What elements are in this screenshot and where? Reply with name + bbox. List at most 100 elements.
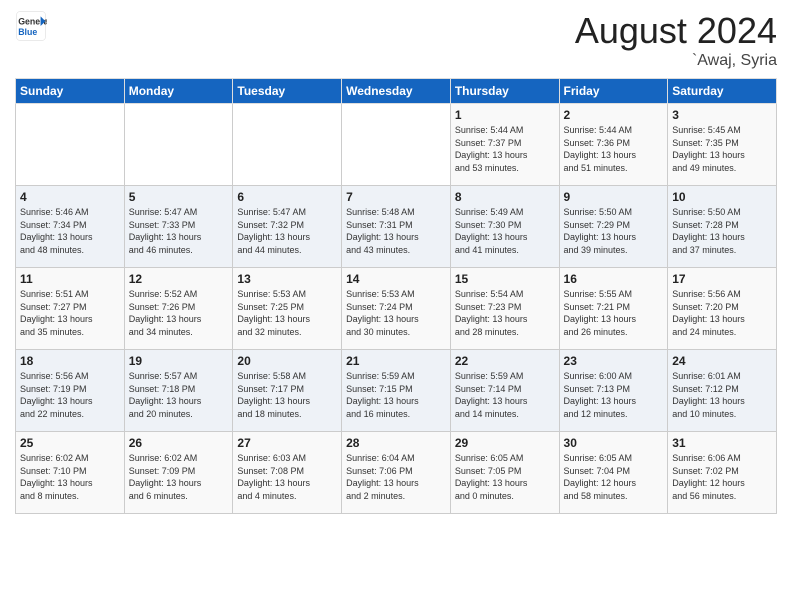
day-number: 9: [564, 190, 664, 204]
day-info: Sunrise: 5:57 AM Sunset: 7:18 PM Dayligh…: [129, 370, 229, 420]
calendar-cell: [233, 104, 342, 186]
calendar-table: SundayMondayTuesdayWednesdayThursdayFrid…: [15, 78, 777, 514]
page-header: General Blue August 2024 `Awaj, Syria: [15, 10, 777, 70]
day-info: Sunrise: 6:02 AM Sunset: 7:09 PM Dayligh…: [129, 452, 229, 502]
day-info: Sunrise: 5:55 AM Sunset: 7:21 PM Dayligh…: [564, 288, 664, 338]
day-number: 21: [346, 354, 446, 368]
col-header-tuesday: Tuesday: [233, 79, 342, 104]
day-number: 29: [455, 436, 555, 450]
calendar-week-row: 4 Sunrise: 5:46 AM Sunset: 7:34 PM Daylig…: [16, 186, 777, 268]
day-info: Sunrise: 6:05 AM Sunset: 7:04 PM Dayligh…: [564, 452, 664, 502]
day-number: 30: [564, 436, 664, 450]
day-number: 10: [672, 190, 772, 204]
calendar-cell: [342, 104, 451, 186]
calendar-cell: 1 Sunrise: 5:44 AM Sunset: 7:37 PM Daylig…: [450, 104, 559, 186]
calendar-cell: 5 Sunrise: 5:47 AM Sunset: 7:33 PM Daylig…: [124, 186, 233, 268]
day-number: 24: [672, 354, 772, 368]
day-number: 17: [672, 272, 772, 286]
col-header-saturday: Saturday: [668, 79, 777, 104]
calendar-cell: 13 Sunrise: 5:53 AM Sunset: 7:25 PM Dayli…: [233, 268, 342, 350]
day-number: 4: [20, 190, 120, 204]
day-info: Sunrise: 5:50 AM Sunset: 7:28 PM Dayligh…: [672, 206, 772, 256]
svg-text:Blue: Blue: [18, 27, 37, 37]
day-number: 6: [237, 190, 337, 204]
day-info: Sunrise: 6:06 AM Sunset: 7:02 PM Dayligh…: [672, 452, 772, 502]
day-info: Sunrise: 5:52 AM Sunset: 7:26 PM Dayligh…: [129, 288, 229, 338]
calendar-cell: 29 Sunrise: 6:05 AM Sunset: 7:05 PM Dayli…: [450, 432, 559, 514]
day-number: 5: [129, 190, 229, 204]
day-number: 31: [672, 436, 772, 450]
calendar-cell: 19 Sunrise: 5:57 AM Sunset: 7:18 PM Dayli…: [124, 350, 233, 432]
calendar-cell: [124, 104, 233, 186]
calendar-cell: 11 Sunrise: 5:51 AM Sunset: 7:27 PM Dayli…: [16, 268, 125, 350]
day-number: 3: [672, 108, 772, 122]
day-info: Sunrise: 5:46 AM Sunset: 7:34 PM Dayligh…: [20, 206, 120, 256]
calendar-cell: 22 Sunrise: 5:59 AM Sunset: 7:14 PM Dayli…: [450, 350, 559, 432]
day-info: Sunrise: 6:01 AM Sunset: 7:12 PM Dayligh…: [672, 370, 772, 420]
day-info: Sunrise: 5:51 AM Sunset: 7:27 PM Dayligh…: [20, 288, 120, 338]
calendar-cell: 31 Sunrise: 6:06 AM Sunset: 7:02 PM Dayli…: [668, 432, 777, 514]
day-number: 19: [129, 354, 229, 368]
calendar-cell: 17 Sunrise: 5:56 AM Sunset: 7:20 PM Dayli…: [668, 268, 777, 350]
day-info: Sunrise: 5:45 AM Sunset: 7:35 PM Dayligh…: [672, 124, 772, 174]
day-number: 11: [20, 272, 120, 286]
calendar-cell: 6Sunrise: 5:47 AM Sunset: 7:32 PM Daylig…: [233, 186, 342, 268]
day-number: 13: [237, 272, 337, 286]
logo: General Blue: [15, 10, 47, 42]
day-number: 12: [129, 272, 229, 286]
day-number: 2: [564, 108, 664, 122]
calendar-cell: 14Sunrise: 5:53 AM Sunset: 7:24 PM Dayli…: [342, 268, 451, 350]
day-info: Sunrise: 6:03 AM Sunset: 7:08 PM Dayligh…: [237, 452, 337, 502]
day-info: Sunrise: 5:47 AM Sunset: 7:33 PM Dayligh…: [129, 206, 229, 256]
day-number: 26: [129, 436, 229, 450]
calendar-week-row: 25Sunrise: 6:02 AM Sunset: 7:10 PM Dayli…: [16, 432, 777, 514]
day-number: 27: [237, 436, 337, 450]
location: `Awaj, Syria: [575, 52, 777, 70]
col-header-wednesday: Wednesday: [342, 79, 451, 104]
day-number: 28: [346, 436, 446, 450]
calendar-cell: 21 Sunrise: 5:59 AM Sunset: 7:15 PM Dayli…: [342, 350, 451, 432]
day-info: Sunrise: 5:54 AM Sunset: 7:23 PM Dayligh…: [455, 288, 555, 338]
day-number: 15: [455, 272, 555, 286]
calendar-cell: 16Sunrise: 5:55 AM Sunset: 7:21 PM Dayli…: [559, 268, 668, 350]
day-number: 20: [237, 354, 337, 368]
calendar-cell: 27 Sunrise: 6:03 AM Sunset: 7:08 PM Dayli…: [233, 432, 342, 514]
col-header-thursday: Thursday: [450, 79, 559, 104]
calendar-cell: 25Sunrise: 6:02 AM Sunset: 7:10 PM Dayli…: [16, 432, 125, 514]
month-year: August 2024: [575, 10, 777, 52]
day-info: Sunrise: 6:05 AM Sunset: 7:05 PM Dayligh…: [455, 452, 555, 502]
day-info: Sunrise: 6:04 AM Sunset: 7:06 PM Dayligh…: [346, 452, 446, 502]
calendar-cell: 4 Sunrise: 5:46 AM Sunset: 7:34 PM Daylig…: [16, 186, 125, 268]
calendar-cell: 12 Sunrise: 5:52 AM Sunset: 7:26 PM Dayli…: [124, 268, 233, 350]
day-number: 22: [455, 354, 555, 368]
day-info: Sunrise: 5:44 AM Sunset: 7:36 PM Dayligh…: [564, 124, 664, 174]
calendar-cell: 26 Sunrise: 6:02 AM Sunset: 7:09 PM Dayli…: [124, 432, 233, 514]
title-block: August 2024 `Awaj, Syria: [575, 10, 777, 70]
calendar-cell: 7 Sunrise: 5:48 AM Sunset: 7:31 PM Daylig…: [342, 186, 451, 268]
calendar-cell: [16, 104, 125, 186]
calendar-cell: 3 Sunrise: 5:45 AM Sunset: 7:35 PM Daylig…: [668, 104, 777, 186]
day-info: Sunrise: 5:59 AM Sunset: 7:15 PM Dayligh…: [346, 370, 446, 420]
day-info: Sunrise: 5:48 AM Sunset: 7:31 PM Dayligh…: [346, 206, 446, 256]
day-info: Sunrise: 5:44 AM Sunset: 7:37 PM Dayligh…: [455, 124, 555, 174]
day-info: Sunrise: 5:53 AM Sunset: 7:25 PM Dayligh…: [237, 288, 337, 338]
day-number: 25: [20, 436, 120, 450]
day-number: 23: [564, 354, 664, 368]
day-info: Sunrise: 5:49 AM Sunset: 7:30 PM Dayligh…: [455, 206, 555, 256]
calendar-cell: 28 Sunrise: 6:04 AM Sunset: 7:06 PM Dayli…: [342, 432, 451, 514]
day-info: Sunrise: 5:56 AM Sunset: 7:19 PM Dayligh…: [20, 370, 120, 420]
day-info: Sunrise: 6:00 AM Sunset: 7:13 PM Dayligh…: [564, 370, 664, 420]
col-header-sunday: Sunday: [16, 79, 125, 104]
day-info: Sunrise: 5:56 AM Sunset: 7:20 PM Dayligh…: [672, 288, 772, 338]
day-info: Sunrise: 5:53 AM Sunset: 7:24 PM Dayligh…: [346, 288, 446, 338]
col-header-monday: Monday: [124, 79, 233, 104]
calendar-cell: 18 Sunrise: 5:56 AM Sunset: 7:19 PM Dayli…: [16, 350, 125, 432]
calendar-cell: 8Sunrise: 5:49 AM Sunset: 7:30 PM Daylig…: [450, 186, 559, 268]
day-number: 1: [455, 108, 555, 122]
day-number: 7: [346, 190, 446, 204]
calendar-cell: 23 Sunrise: 6:00 AM Sunset: 7:13 PM Dayli…: [559, 350, 668, 432]
day-info: Sunrise: 5:59 AM Sunset: 7:14 PM Dayligh…: [455, 370, 555, 420]
day-number: 18: [20, 354, 120, 368]
calendar-week-row: 1 Sunrise: 5:44 AM Sunset: 7:37 PM Daylig…: [16, 104, 777, 186]
calendar-cell: 30 Sunrise: 6:05 AM Sunset: 7:04 PM Dayli…: [559, 432, 668, 514]
